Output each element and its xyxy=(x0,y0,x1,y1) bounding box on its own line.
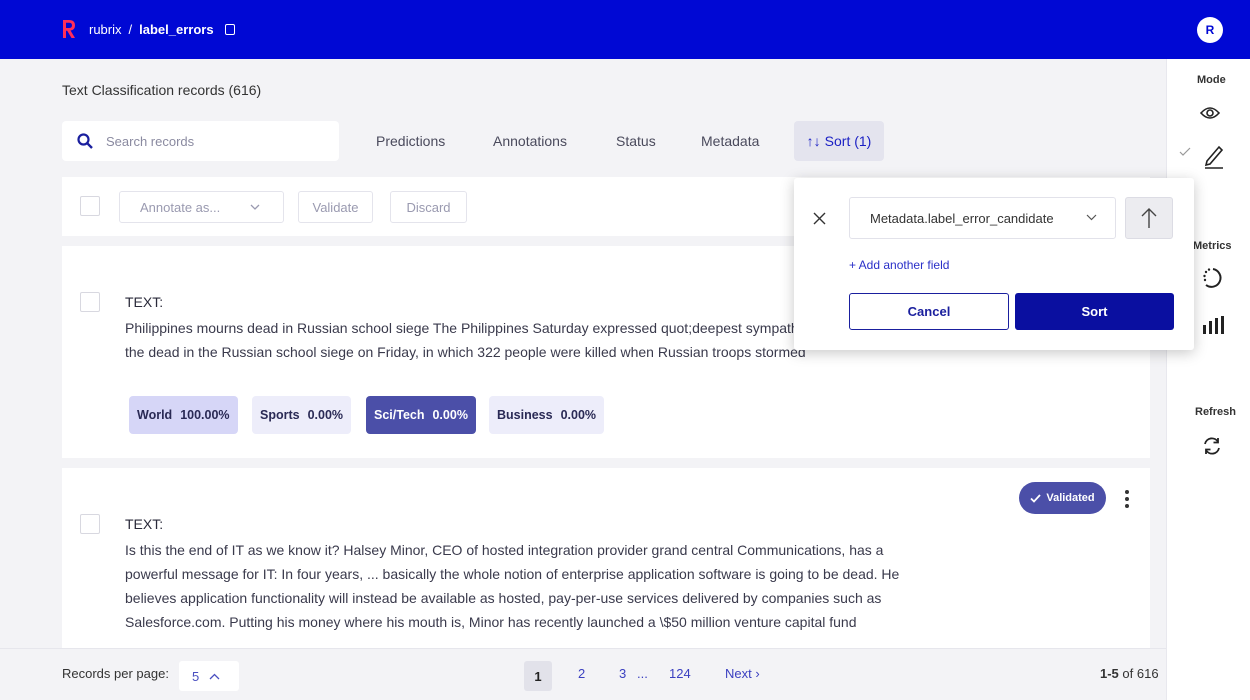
annotate-as-label: Annotate as... xyxy=(140,199,221,215)
sort-field-select[interactable]: Metadata.label_error_candidate xyxy=(849,197,1116,239)
tag-score: 0.00% xyxy=(307,408,344,422)
range-total: of 616 xyxy=(1122,666,1159,681)
mode-label: Mode xyxy=(1197,74,1226,86)
prediction-tag-sports[interactable]: Sports 0.00% xyxy=(252,396,352,434)
tag-score: 0.00% xyxy=(432,408,468,422)
user-avatar[interactable]: R xyxy=(1197,17,1223,43)
breadcrumb-app[interactable]: rubrix xyxy=(89,22,122,37)
metrics-label: Metrics xyxy=(1193,240,1232,252)
close-icon[interactable] xyxy=(813,212,826,225)
rubrix-logo[interactable] xyxy=(62,19,76,39)
tag-score: 0.00% xyxy=(560,408,597,422)
top-bar: rubrix / label_errors R xyxy=(0,0,1250,59)
prediction-tag-business[interactable]: Business 0.00% xyxy=(489,396,605,434)
records-per-page-label: Records per page: xyxy=(62,666,169,681)
right-sidebar: Mode Metrics Refresh xyxy=(1166,59,1250,700)
page-2[interactable]: 2 xyxy=(578,666,585,681)
page-1[interactable]: 1 xyxy=(524,661,552,691)
refresh-icon[interactable] xyxy=(1202,436,1222,456)
page-last[interactable]: 124 xyxy=(669,666,691,681)
copy-icon[interactable] xyxy=(224,24,235,35)
tag-name: Business xyxy=(497,408,553,422)
range-value: 1-5 xyxy=(1100,666,1119,681)
tag-score: 100.00% xyxy=(180,408,230,422)
record-checkbox[interactable] xyxy=(80,292,100,312)
sort-field-value: Metadata.label_error_candidate xyxy=(870,210,1054,226)
progress-metric-icon[interactable] xyxy=(1202,267,1224,289)
status-filter[interactable]: Status xyxy=(616,133,656,149)
next-page-link[interactable]: Next › xyxy=(725,666,760,681)
arrow-up-icon xyxy=(1141,208,1157,228)
sort-button-label: Sort (1) xyxy=(824,133,872,149)
pagination-bar: Records per page: 5 1 2 3 ... 124 Next ›… xyxy=(0,648,1166,700)
tag-name: Sci/Tech xyxy=(374,408,425,422)
page-3[interactable]: 3 xyxy=(619,666,626,681)
metadata-filter[interactable]: Metadata xyxy=(701,133,759,149)
page-ellipsis: ... xyxy=(637,666,648,681)
validated-status-badge: Validated xyxy=(1019,482,1106,514)
predictions-filter[interactable]: Predictions xyxy=(376,133,445,149)
prediction-tag-world[interactable]: World 100.00% xyxy=(129,396,238,434)
records-per-page-value: 5 xyxy=(192,668,200,684)
sort-direction-button[interactable] xyxy=(1125,197,1173,239)
checkmark-icon xyxy=(1179,147,1191,156)
add-another-field-link[interactable]: + Add another field xyxy=(849,258,949,272)
sort-submit-button[interactable]: Sort xyxy=(1015,293,1174,330)
annotations-filter[interactable]: Annotations xyxy=(493,133,567,149)
search-input[interactable] xyxy=(106,133,306,149)
record-text-label: TEXT: xyxy=(125,516,164,532)
record-text: Is this the end of IT as we know it? Hal… xyxy=(125,542,900,630)
sort-button[interactable]: ↑↓ Sort (1) xyxy=(794,121,884,161)
discard-button[interactable]: Discard xyxy=(390,191,467,223)
refresh-label: Refresh xyxy=(1195,406,1236,418)
chevron-up-icon xyxy=(209,673,220,679)
eye-icon[interactable] xyxy=(1200,106,1220,120)
check-icon xyxy=(1030,493,1042,503)
annotate-as-dropdown[interactable]: Annotate as... xyxy=(119,191,284,223)
tag-name: World xyxy=(137,408,173,422)
prediction-tag-scitech[interactable]: Sci/Tech 0.00% xyxy=(366,396,476,434)
search-box xyxy=(62,121,339,161)
page-title: Text Classification records (616) xyxy=(62,82,262,98)
breadcrumb-dataset: label_errors xyxy=(139,22,214,37)
pencil-icon[interactable] xyxy=(1203,143,1225,169)
bar-chart-icon[interactable] xyxy=(1202,316,1224,334)
chevron-down-icon xyxy=(250,204,260,210)
record-checkbox[interactable] xyxy=(80,514,100,534)
records-range: 1-5 of 616 xyxy=(1100,666,1159,681)
sort-arrows-icon: ↑↓ xyxy=(806,133,821,149)
record-card: TEXT: Is this the end of IT as we know i… xyxy=(62,468,1150,648)
cancel-button[interactable]: Cancel xyxy=(849,293,1009,330)
chevron-down-icon xyxy=(1086,214,1097,221)
record-text-label: TEXT: xyxy=(125,294,164,310)
validate-button[interactable]: Validate xyxy=(298,191,373,223)
breadcrumb: rubrix / label_errors xyxy=(89,22,235,37)
tag-name: Sports xyxy=(260,408,300,422)
select-all-checkbox[interactable] xyxy=(80,196,100,216)
records-per-page-select[interactable]: 5 xyxy=(179,661,239,691)
breadcrumb-separator: / xyxy=(128,22,133,37)
search-icon xyxy=(77,133,93,149)
more-options-icon[interactable] xyxy=(1125,490,1129,511)
status-label: Validated xyxy=(1046,492,1095,504)
sort-popover: Metadata.label_error_candidate + Add ano… xyxy=(794,178,1194,350)
